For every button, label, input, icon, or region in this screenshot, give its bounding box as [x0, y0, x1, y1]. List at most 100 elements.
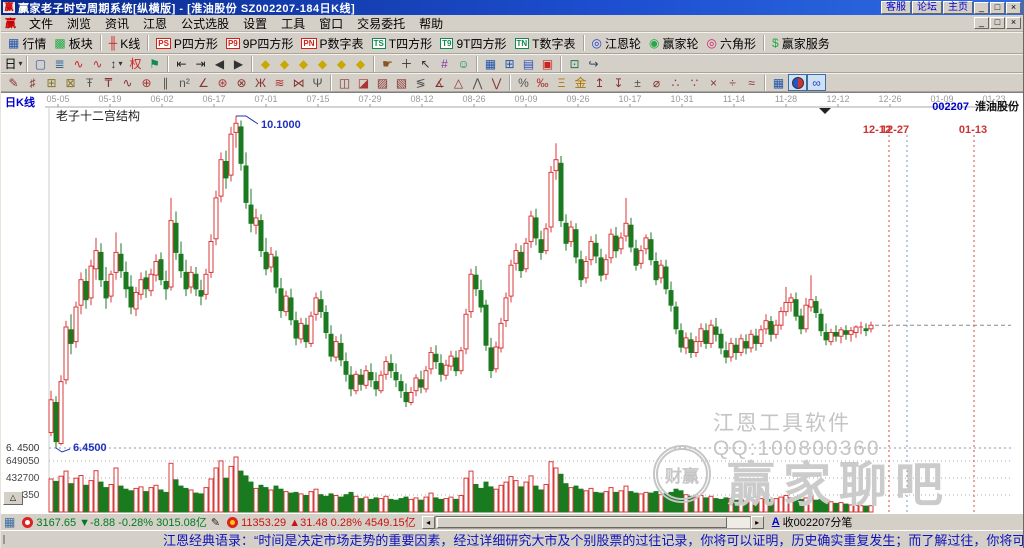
infinity-toggle-button[interactable]: ∞ — [807, 74, 826, 91]
shanghai-index-icon[interactable] — [22, 517, 33, 528]
gann-grid-tool[interactable]: ⊞ — [42, 74, 61, 91]
sectors-button[interactable]: ▩板块 — [50, 34, 96, 52]
trident-tool[interactable]: Ψ — [308, 74, 327, 91]
gann-wheel-button[interactable]: ◎江恩轮 — [588, 34, 646, 52]
ripple-tool[interactable]: ≋ — [270, 74, 289, 91]
shade2-tool[interactable]: ▧ — [392, 74, 411, 91]
hatch-tool[interactable]: ♯ — [23, 74, 42, 91]
t-line-tool[interactable]: Ŧ — [80, 74, 99, 91]
wave-tool[interactable]: ∿ — [118, 74, 137, 91]
wave3-icon[interactable]: ∿ — [69, 55, 88, 72]
expand-h-icon[interactable]: ◆ — [294, 55, 313, 72]
home-button[interactable]: 主页 — [943, 1, 973, 14]
menu-item-browse[interactable]: 浏览 — [60, 15, 98, 32]
kline-chart[interactable]: 05-0505-1906-0206-1707-0107-1507-2908-12… — [1, 92, 1023, 513]
triangle-tool[interactable]: △ — [449, 74, 468, 91]
channel-tool[interactable]: ≶ — [411, 74, 430, 91]
support-tool[interactable]: ⋁ — [487, 74, 506, 91]
plusminus-tool[interactable]: ± — [628, 74, 647, 91]
scrollbar-track[interactable] — [435, 516, 751, 529]
t-table-button[interactable]: TNT数字表 — [511, 34, 580, 52]
service-button[interactable]: 客服 — [881, 1, 911, 14]
pen-tool[interactable]: ✎ — [4, 74, 23, 91]
frame-tool[interactable]: ◫ — [335, 74, 354, 91]
child-close-button[interactable]: × — [1006, 17, 1021, 29]
t-square-button[interactable]: TST四方形 — [368, 34, 437, 52]
horizontal-scrollbar[interactable]: ◂ ▸ — [422, 516, 764, 529]
scroll-right-icon[interactable]: ▸ — [751, 516, 764, 529]
zoom-v-icon[interactable]: ◆ — [332, 55, 351, 72]
scroll-left-icon[interactable]: ◂ — [422, 516, 435, 529]
menu-item-file[interactable]: 文件 — [22, 15, 60, 32]
flag-icon[interactable]: ⚑ — [145, 55, 164, 72]
therefore-tool[interactable]: ∴ — [666, 74, 685, 91]
p-square-button[interactable]: PSP四方形 — [152, 34, 222, 52]
bowtie-tool[interactable]: ⋈ — [289, 74, 308, 91]
sieve-icon[interactable]: # — [435, 55, 454, 72]
child-restore-button[interactable]: □ — [990, 17, 1005, 29]
minimize-button[interactable]: _ — [974, 2, 989, 14]
permille-tool[interactable]: ‰ — [533, 74, 552, 91]
percent-tool[interactable]: % — [514, 74, 533, 91]
menu-item-tools[interactable]: 工具 — [274, 15, 312, 32]
winner-wheel-button[interactable]: ◉赢家轮 — [645, 34, 703, 52]
zoom-all-icon[interactable]: ◆ — [351, 55, 370, 72]
raise-tool[interactable]: ↥ — [590, 74, 609, 91]
kline-button[interactable]: ╫K线 — [105, 34, 145, 52]
shade-tool[interactable]: ▨ — [373, 74, 392, 91]
menu-item-formula-pick[interactable]: 公式选股 — [174, 15, 236, 32]
close-button[interactable]: × — [1006, 2, 1021, 14]
n-square-tool[interactable]: n² — [175, 74, 194, 91]
period-day-button[interactable]: 日▾ — [4, 55, 23, 72]
export-icon[interactable]: ↪ — [584, 55, 603, 72]
zoom-in-h-icon[interactable]: ◆ — [275, 55, 294, 72]
angle-tool[interactable]: ∠ — [194, 74, 213, 91]
info-panel-icon[interactable]: ≣ — [50, 55, 69, 72]
forum-button[interactable]: 论坛 — [912, 1, 942, 14]
bars-tool[interactable]: ∥ — [156, 74, 175, 91]
maximize-button[interactable]: □ — [990, 2, 1005, 14]
window-layout-icon[interactable]: ▢ — [31, 55, 50, 72]
divide-tool[interactable]: ÷ — [723, 74, 742, 91]
shrink-h-icon[interactable]: ◆ — [313, 55, 332, 72]
scrollbar-thumb[interactable] — [437, 517, 727, 528]
target-tool[interactable]: ⊗ — [232, 74, 251, 91]
expand-pane-button[interactable]: △ — [3, 491, 23, 505]
approx-tool[interactable]: ≈ — [742, 74, 761, 91]
drop-tool[interactable]: ↧ — [609, 74, 628, 91]
restore-rights-icon[interactable]: 权 — [126, 55, 145, 72]
spider-tool[interactable]: Ж — [251, 74, 270, 91]
tick-tape-button[interactable]: A 收002207分笔 — [772, 514, 853, 530]
9p-square-button[interactable]: P99P四方形 — [222, 34, 297, 52]
crosshair-icon[interactable]: ＋ — [397, 55, 416, 72]
menu-item-window[interactable]: 窗口 — [312, 15, 350, 32]
child-minimize-button[interactable]: _ — [974, 17, 989, 29]
menu-item-settings[interactable]: 设置 — [236, 15, 274, 32]
candle-style-icon[interactable]: ↕▾ — [107, 55, 126, 72]
menu-item-gann[interactable]: 江恩 — [136, 15, 174, 32]
prev-bar-icon[interactable]: ◀ — [210, 55, 229, 72]
diameter-tool[interactable]: ⌀ — [647, 74, 666, 91]
pan-hand-icon[interactable]: ☛ — [378, 55, 397, 72]
winner-service-button[interactable]: $赢家服务 — [768, 34, 834, 52]
hexagon-button[interactable]: ◎六角形 — [703, 34, 761, 52]
multiply-tool[interactable]: × — [704, 74, 723, 91]
next-bar-icon[interactable]: ▶ — [229, 55, 248, 72]
gold-section-tool[interactable]: 金 — [571, 74, 590, 91]
circle-cross-tool[interactable]: ⊕ — [137, 74, 156, 91]
gann-fan-tool[interactable]: ⊛ — [213, 74, 232, 91]
menu-item-trade[interactable]: 交易委托 — [350, 15, 412, 32]
yinyang-toggle-button[interactable] — [788, 74, 807, 91]
gann-box-tool[interactable]: ⊠ — [61, 74, 80, 91]
edit-pen-icon[interactable]: ✎ — [211, 516, 220, 529]
shanghai-index-quote[interactable]: 3167.65 ▼-8.88 -0.28% 3015.08亿 — [36, 514, 207, 530]
pointer-icon[interactable]: ↖ — [416, 55, 435, 72]
menu-item-help[interactable]: 帮助 — [412, 15, 450, 32]
last-page-icon[interactable]: ⇥ — [191, 55, 210, 72]
9t-square-button[interactable]: T99T四方形 — [436, 34, 510, 52]
shenzhen-index-icon[interactable] — [227, 517, 238, 528]
cycle-tool[interactable]: ₸ — [99, 74, 118, 91]
grid-toggle-button[interactable]: ▦ — [769, 74, 788, 91]
calculator-icon[interactable]: ⊞ — [500, 55, 519, 72]
resist-tool[interactable]: ⋀ — [468, 74, 487, 91]
